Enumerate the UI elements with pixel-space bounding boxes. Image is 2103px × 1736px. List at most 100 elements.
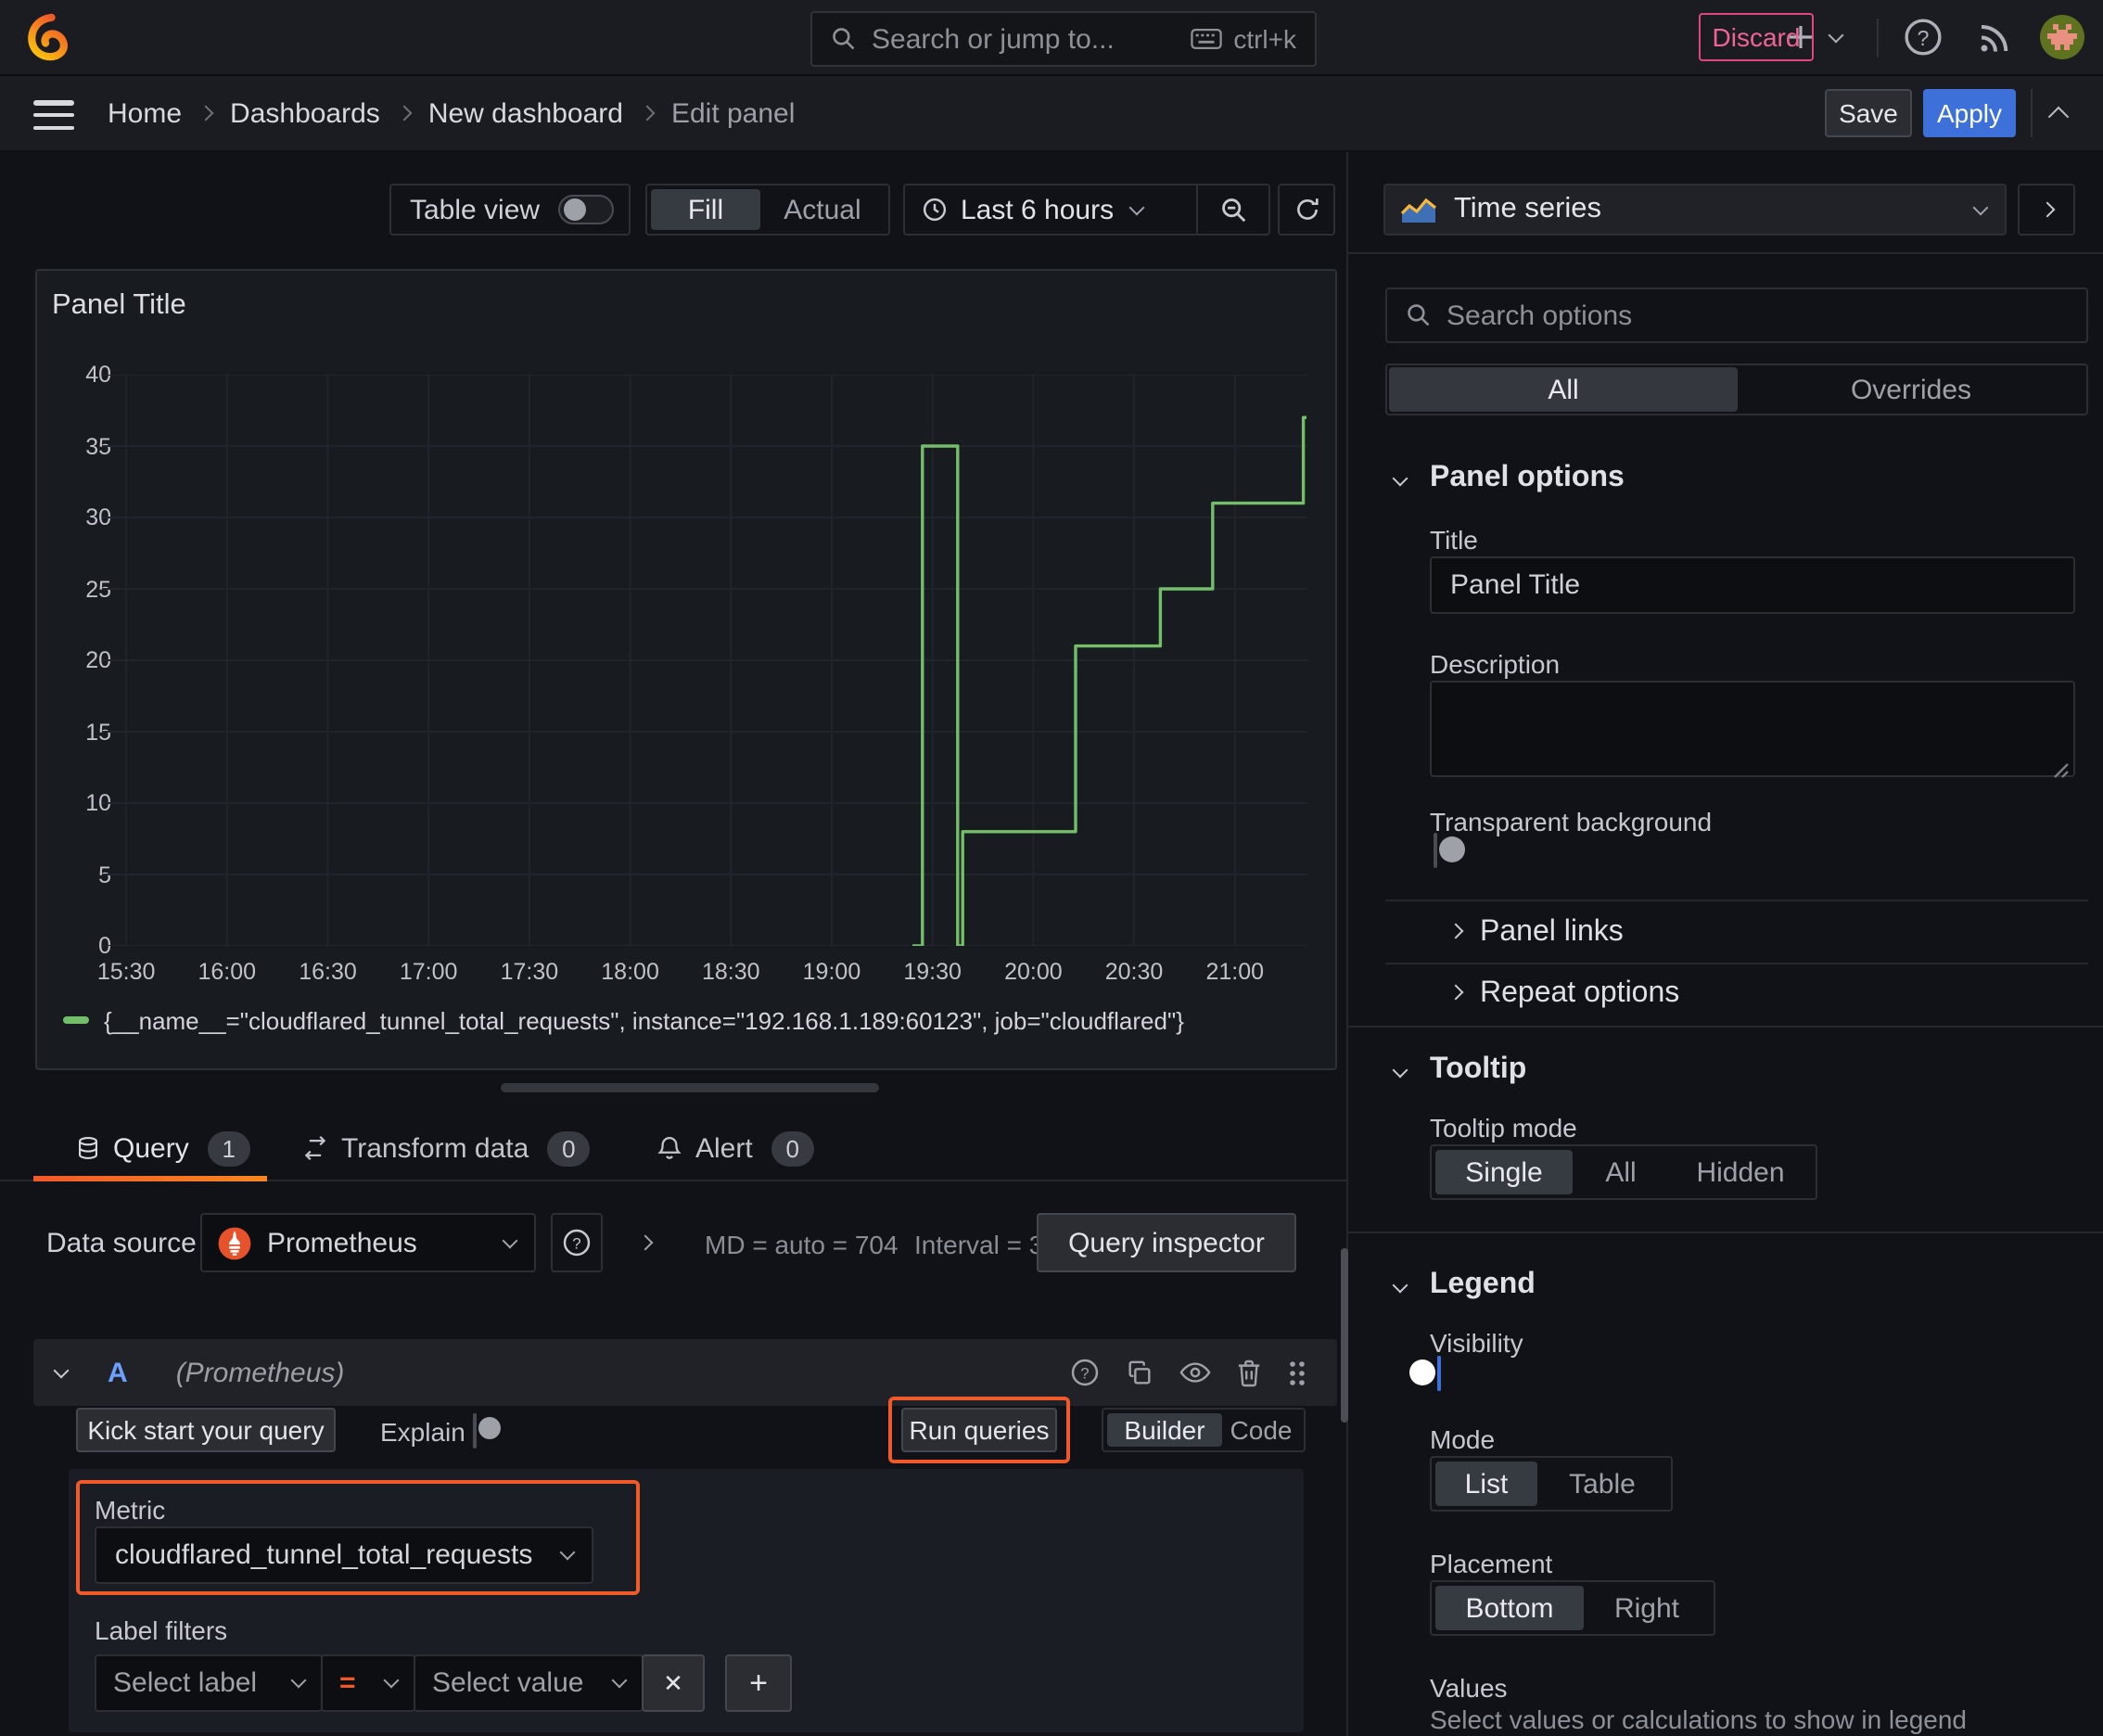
zoom-out-icon[interactable] [1198, 196, 1268, 223]
panel-options-header[interactable]: Panel options [1430, 462, 1625, 495]
apply-button[interactable]: Apply [1923, 89, 2016, 137]
divider [1348, 1232, 2103, 1233]
transparent-background-toggle[interactable] [1434, 833, 1465, 868]
legend-collapse-icon[interactable] [1392, 1277, 1408, 1294]
repeat-options-header[interactable]: Repeat options [1480, 977, 1679, 1011]
grafana-logo-icon[interactable] [26, 13, 74, 61]
kick-start-query-button[interactable]: Kick start your query [76, 1408, 336, 1452]
search-icon [1406, 302, 1432, 328]
hide-query-icon[interactable] [1179, 1361, 1211, 1384]
tab-all[interactable]: All [1389, 367, 1738, 412]
placement-bottom[interactable]: Bottom [1435, 1586, 1584, 1630]
chart-panel: Panel Title 0 5 10 15 20 25 30 35 40 15:30 16:00 1… [35, 269, 1337, 1070]
query-options-expand-icon[interactable] [637, 1234, 654, 1251]
breadcrumb-dashboards[interactable]: Dashboards [230, 97, 380, 129]
tab-query[interactable]: Query 1 [76, 1120, 250, 1176]
tab-overrides[interactable]: Overrides [1738, 367, 2084, 412]
tooltip-mode-all[interactable]: All [1573, 1150, 1669, 1194]
query-help-icon[interactable]: ? [1070, 1358, 1100, 1387]
help-icon[interactable]: ? [1903, 17, 1944, 67]
breadcrumb: Home Dashboards New dashboard Edit panel [108, 76, 795, 150]
panel-title[interactable]: Panel Title [52, 289, 186, 323]
legend-mode-list[interactable]: List [1435, 1462, 1537, 1506]
collapse-query-icon[interactable] [53, 1361, 70, 1378]
select-label-placeholder: Select label [113, 1667, 258, 1699]
datasource-select[interactable]: Prometheus [200, 1213, 536, 1272]
global-search-box[interactable]: Search or jump to... ctrl+k [810, 11, 1317, 67]
active-tab-underline [33, 1176, 267, 1181]
visibility-toggle[interactable] [1409, 1356, 1441, 1391]
transparent-background-label: Transparent background [1430, 807, 1713, 836]
query-row-header[interactable]: A (Prometheus) ? [33, 1339, 1337, 1406]
fill-option[interactable]: Fill [651, 189, 760, 230]
tab-query-label: Query [113, 1132, 189, 1164]
close-icon: ✕ [663, 1668, 683, 1696]
search-placeholder: Search or jump to... [872, 23, 1115, 55]
delete-query-icon[interactable] [1237, 1359, 1261, 1386]
resize-drag-handle[interactable] [501, 1083, 879, 1092]
textarea-resize-grip-icon[interactable] [2053, 755, 2070, 788]
visualization-picker[interactable]: Time series [1383, 184, 2007, 236]
table-view-toggle[interactable] [558, 195, 614, 224]
tab-alert[interactable]: Alert 0 [656, 1120, 814, 1176]
transform-icon [302, 1135, 328, 1161]
x-tick-label: 16:00 [198, 959, 257, 985]
query-inspector-button[interactable]: Query inspector [1037, 1213, 1296, 1272]
tab-transform-count: 0 [547, 1130, 591, 1166]
placement-segmented: Bottom Right [1430, 1580, 1715, 1636]
tooltip-mode-single[interactable]: Single [1435, 1150, 1573, 1194]
table-view-label: Table view [410, 194, 541, 225]
select-label-dropdown[interactable]: Select label [95, 1654, 323, 1712]
drag-handle-icon[interactable] [1287, 1359, 1307, 1386]
x-tick-label: 18:00 [601, 959, 659, 985]
collapse-pane-icon[interactable] [2047, 106, 2070, 128]
panel-options-collapse-icon[interactable] [1392, 470, 1408, 487]
options-search-box[interactable]: Search options [1385, 287, 2088, 343]
save-button[interactable]: Save [1825, 89, 1912, 137]
user-avatar[interactable] [2040, 15, 2084, 59]
discard-button[interactable]: Discard [1699, 13, 1814, 61]
panel-links-header[interactable]: Panel links [1480, 916, 1624, 950]
explain-toggle[interactable] [473, 1413, 501, 1449]
time-range-label: Last 6 hours [961, 194, 1115, 225]
plot-area[interactable] [102, 374, 1307, 948]
tooltip-mode-hidden[interactable]: Hidden [1669, 1150, 1812, 1194]
datasource-help-button[interactable]: ? [551, 1213, 603, 1272]
panel-links-expand-icon[interactable] [1447, 923, 1464, 939]
code-option[interactable]: Code [1222, 1413, 1300, 1447]
time-range-picker[interactable]: Last 6 hours [903, 184, 1270, 236]
breadcrumb-new-dashboard[interactable]: New dashboard [428, 97, 623, 129]
toggle-viz-pane-button[interactable] [2018, 184, 2075, 236]
breadcrumb-edit-panel: Edit panel [670, 97, 796, 129]
panel-title-input[interactable] [1430, 556, 2075, 614]
duplicate-query-icon[interactable] [1126, 1359, 1153, 1386]
divider [1348, 252, 2103, 254]
operator-dropdown[interactable]: = [321, 1654, 415, 1712]
builder-option[interactable]: Builder [1107, 1413, 1222, 1447]
remove-filter-button[interactable]: ✕ [642, 1654, 705, 1712]
news-icon[interactable] [1977, 19, 2014, 65]
placement-right[interactable]: Right [1584, 1586, 1710, 1630]
help-circle-icon: ? [562, 1228, 592, 1257]
label-filters-label: Label filters [95, 1615, 228, 1645]
repeat-options-expand-icon[interactable] [1447, 984, 1464, 1001]
tooltip-collapse-icon[interactable] [1392, 1062, 1408, 1079]
chevron-down-icon [1128, 198, 1144, 215]
description-textarea[interactable] [1430, 681, 2075, 777]
placement-label: Placement [1430, 1549, 1553, 1578]
legend-series-label[interactable]: {__name__="cloudflared_tunnel_total_requ… [104, 1006, 1184, 1034]
select-value-dropdown[interactable]: Select value [414, 1654, 644, 1712]
legend-mode-table[interactable]: Table [1537, 1462, 1667, 1506]
scrollbar-thumb[interactable] [1341, 1248, 1348, 1423]
breadcrumb-home[interactable]: Home [108, 97, 182, 129]
tab-transform-data[interactable]: Transform data 0 [302, 1120, 591, 1176]
tooltip-header[interactable]: Tooltip [1430, 1053, 1526, 1087]
chevron-right-icon [2038, 201, 2055, 218]
datasource-name: Prometheus [267, 1227, 417, 1258]
legend-header[interactable]: Legend [1430, 1269, 1536, 1302]
actual-option[interactable]: Actual [760, 189, 885, 230]
menu-toggle-icon[interactable] [33, 100, 74, 130]
divider [1348, 1026, 2103, 1028]
refresh-button[interactable] [1278, 184, 1335, 236]
add-filter-button[interactable]: + [725, 1654, 792, 1712]
